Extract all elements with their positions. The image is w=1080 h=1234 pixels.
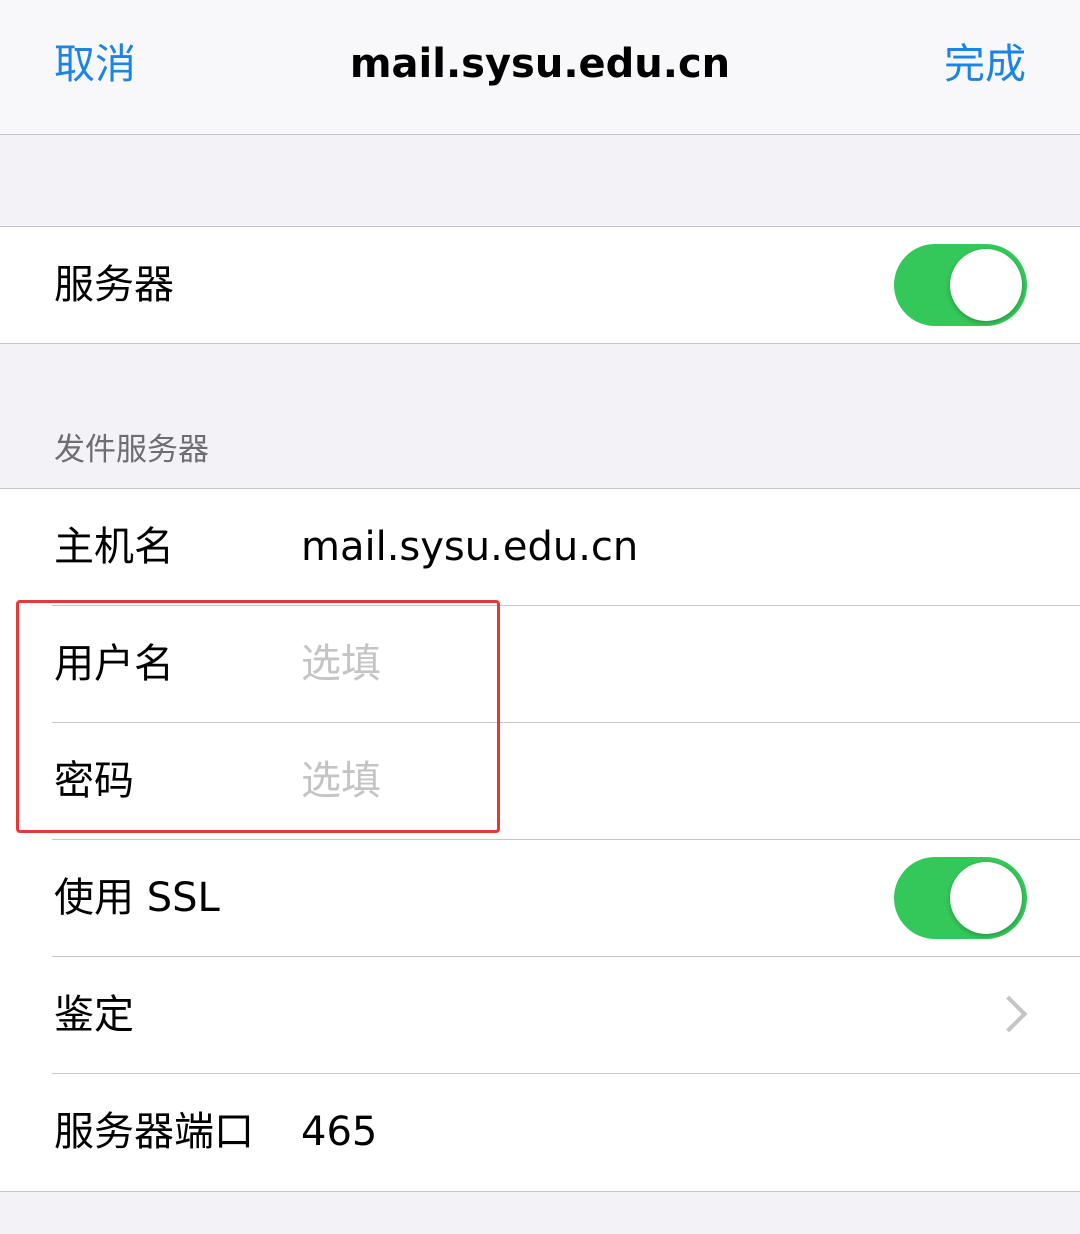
ssl-row: 使用 SSL [0, 840, 1080, 957]
chevron-right-icon [990, 995, 1028, 1033]
navigation-bar: 取消 mail.sysu.edu.cn 完成 [0, 0, 1080, 135]
username-field[interactable] [301, 606, 1001, 723]
done-button[interactable]: 完成 [944, 36, 1026, 92]
toggle-knob [950, 249, 1022, 321]
outgoing-server-group: 主机名 mail.sysu.edu.cn 用户名 密码 使用 SSL 鉴定 服务… [0, 488, 1080, 1192]
toggle-knob [950, 862, 1022, 934]
server-label: 服务器 [54, 262, 174, 308]
server-port-row: 服务器端口 465 [0, 1074, 1080, 1191]
hostname-value[interactable]: mail.sysu.edu.cn [301, 489, 638, 606]
password-field[interactable] [301, 723, 1001, 840]
server-group: 服务器 [0, 226, 1080, 344]
username-row: 用户名 [0, 606, 1080, 723]
server-toggle[interactable] [894, 244, 1027, 326]
server-port-value[interactable]: 465 [301, 1074, 377, 1191]
hostname-label: 主机名 [54, 524, 174, 570]
hostname-row[interactable]: 主机名 mail.sysu.edu.cn [0, 489, 1080, 606]
ssl-toggle[interactable] [894, 857, 1027, 939]
password-row: 密码 [0, 723, 1080, 840]
page-title: mail.sysu.edu.cn [349, 41, 731, 87]
server-row: 服务器 [0, 227, 1080, 344]
authentication-row[interactable]: 鉴定 [0, 957, 1080, 1074]
password-label: 密码 [54, 758, 134, 804]
username-label: 用户名 [54, 641, 174, 687]
ssl-label: 使用 SSL [54, 875, 220, 921]
outgoing-server-header: 发件服务器 [54, 432, 209, 468]
authentication-label: 鉴定 [54, 992, 134, 1038]
server-port-label: 服务器端口 [54, 1109, 254, 1155]
